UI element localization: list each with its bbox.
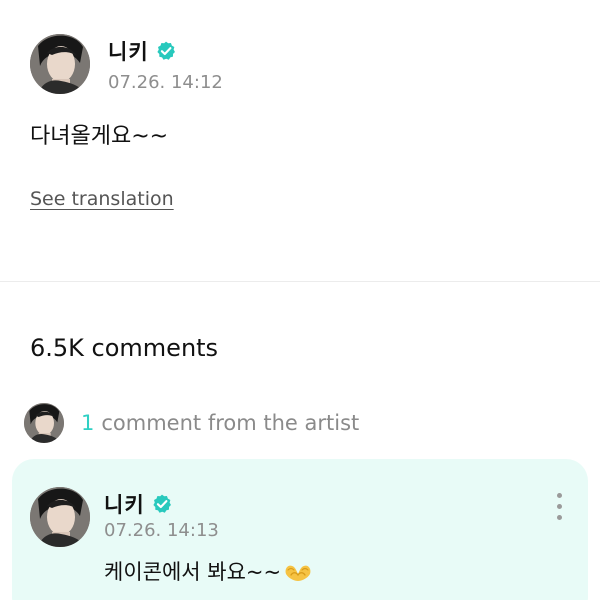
post-detail-screen: 니키 07.26. 14:12 다녀올게요~~ See translation … (0, 0, 600, 600)
artist-comment-card: 니키 07.26. 14:13 케이콘에서 봐요~~ (12, 459, 588, 600)
post-body-text: 다녀올게요~~ (30, 124, 169, 149)
artist-comment-label: comment from the artist (101, 411, 360, 435)
verified-badge-icon (155, 40, 177, 62)
comments-count: 6.5K comments (30, 334, 219, 362)
author-info: 니키 07.26. 14:12 (108, 34, 223, 93)
post-timestamp: 07.26. 14:12 (108, 72, 223, 93)
comment-author-avatar[interactable] (30, 487, 90, 547)
dot-icon (556, 493, 562, 498)
dot-icon (556, 504, 562, 509)
verified-badge-icon (151, 493, 173, 515)
comment-author-row: 니키 (104, 489, 173, 519)
comment-author-name[interactable]: 니키 (104, 489, 145, 519)
comment-text: 케이콘에서 봐요~~ (104, 556, 313, 586)
artist-comments-link[interactable]: 1 comment from the artist (24, 403, 359, 443)
artist-mini-avatar (24, 403, 64, 443)
avatar-image (30, 34, 90, 94)
dot-icon (556, 515, 562, 520)
comment-message: 케이콘에서 봐요~~ (104, 560, 282, 584)
comment-timestamp: 07.26. 14:13 (104, 520, 219, 541)
artist-comments-summary: 1 comment from the artist (81, 411, 359, 435)
more-options-button[interactable] (552, 493, 566, 525)
section-divider (0, 281, 600, 282)
post-header: 니키 07.26. 14:12 (30, 34, 223, 94)
author-name[interactable]: 니키 (108, 36, 149, 66)
heart-hands-icon (283, 559, 313, 583)
author-name-row: 니키 (108, 36, 223, 66)
see-translation-link[interactable]: See translation (30, 188, 174, 210)
artist-comment-count: 1 (81, 411, 95, 435)
author-avatar[interactable] (30, 34, 90, 94)
